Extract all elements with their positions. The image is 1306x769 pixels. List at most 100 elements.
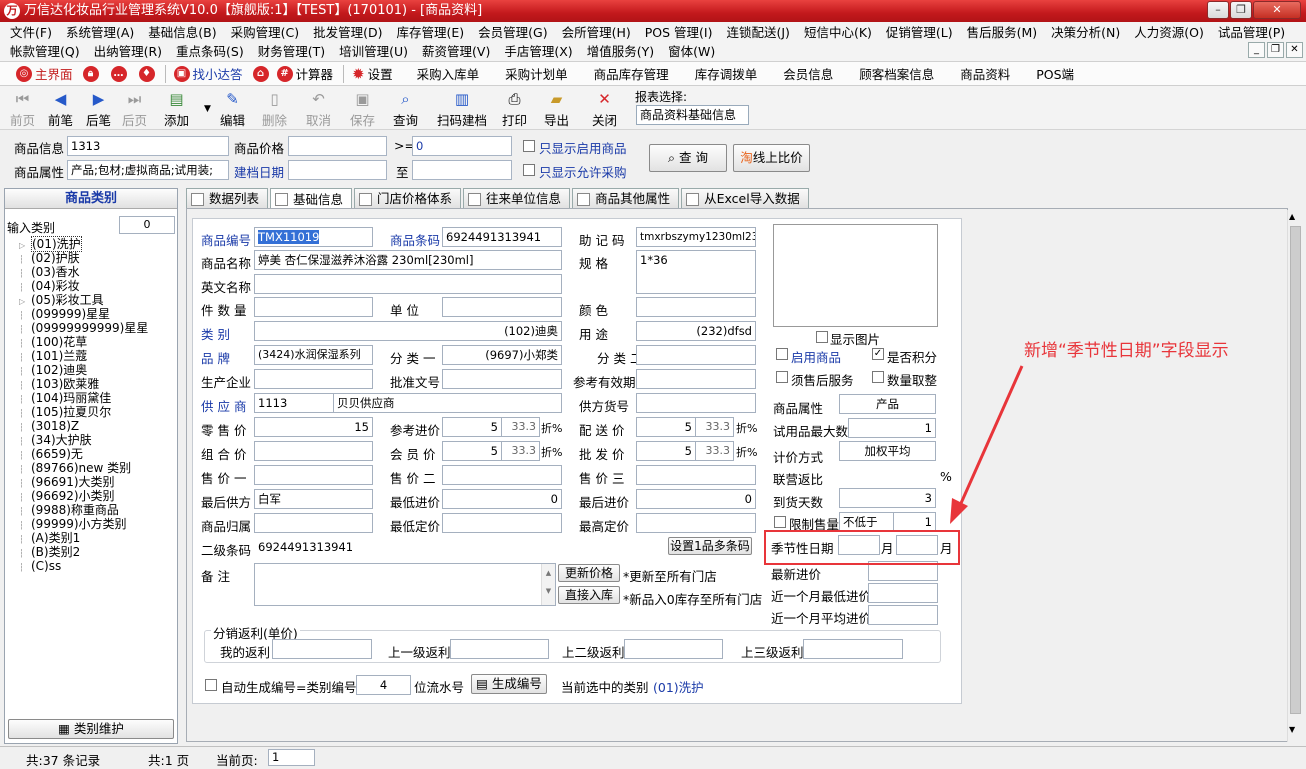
multi-barcode-button[interactable]: 设置1品多条码 [668, 537, 752, 555]
spec-field[interactable]: 1*36 [636, 250, 756, 294]
category-tree-item[interactable]: ┆ (C)ss [19, 559, 61, 575]
code-field[interactable]: TMX11019 [254, 227, 373, 247]
wholesale-field[interactable]: 5 [636, 441, 696, 461]
online-compare-button[interactable]: 淘线上比价 [733, 144, 810, 172]
member-field[interactable]: 5 [442, 441, 502, 461]
use-field[interactable]: (232)dfsd [636, 321, 756, 341]
remark-field[interactable] [254, 563, 556, 606]
home-shortcut[interactable]: ◎ 主界面 [16, 64, 73, 83]
dist-field[interactable]: 5 [636, 417, 696, 437]
menu-item[interactable]: 出纳管理(R) [90, 42, 166, 61]
close-window-button[interactable]: ✕ [1253, 1, 1301, 19]
approval-field[interactable] [442, 369, 562, 389]
menu-item[interactable]: 系统管理(A) [62, 23, 138, 42]
refbuy-pct-field[interactable]: 33.3 [501, 417, 540, 437]
menu-item[interactable]: 培训管理(U) [335, 42, 412, 61]
up1-rebate-field[interactable] [450, 639, 549, 659]
menu-item[interactable]: 批发管理(D) [309, 23, 386, 42]
dist-pct-field[interactable]: 33.3 [695, 417, 734, 437]
barcode-field[interactable]: 6924491313941 [442, 227, 562, 247]
lock-icon[interactable]: 🔒︎ [82, 65, 99, 82]
supplier-name-field[interactable]: 贝贝供应商 [333, 393, 562, 413]
brand-field[interactable]: (3424)水润保湿系列 [254, 345, 373, 365]
menu-item[interactable]: POS 管理(I) [641, 23, 717, 42]
quick-item[interactable]: 顾客档案信息 [859, 64, 934, 83]
wholesale-pct-field[interactable]: 33.3 [695, 441, 734, 461]
refbuy-field[interactable]: 5 [442, 417, 502, 437]
mdi-close-button[interactable]: ✕ [1286, 42, 1303, 58]
date-to-input[interactable] [412, 160, 512, 180]
menu-item[interactable]: 增值服务(Y) [583, 42, 658, 61]
report-select[interactable]: 商品资料基础信息 [636, 105, 749, 125]
menu-item[interactable]: 窗体(W) [664, 42, 719, 61]
pieces-field[interactable] [254, 297, 373, 317]
attr-filter-input[interactable]: 产品;包材;虚拟商品;试用装; [67, 160, 229, 180]
vertical-scrollbar[interactable]: ▲ ▼ [1287, 210, 1303, 742]
find-assistant-shortcut[interactable]: ▣ 找小达答 [173, 64, 243, 83]
my-rebate-field[interactable] [272, 639, 372, 659]
menu-item[interactable]: 手店管理(X) [500, 42, 576, 61]
menu-item[interactable]: 决策分析(N) [1047, 23, 1124, 42]
after-sale-checkbox[interactable] [776, 371, 788, 383]
menu-item[interactable]: 帐款管理(Q) [6, 42, 84, 61]
menu-item[interactable]: 会员管理(G) [474, 23, 551, 42]
owner-field[interactable] [254, 513, 373, 533]
add-button[interactable]: ▤ 添加 [164, 88, 189, 129]
update-price-button[interactable]: 更新价格 [558, 564, 620, 582]
validity-field[interactable] [636, 369, 756, 389]
min-set-field[interactable] [442, 513, 562, 533]
enabled-checkbox[interactable] [776, 348, 788, 360]
scroll-down-icon[interactable]: ▼ [1289, 725, 1295, 734]
only-enabled-checkbox[interactable] [523, 140, 535, 152]
name-field[interactable]: 婷美 杏仁保湿滋养沐浴露 230ml[230ml] [254, 250, 562, 270]
qty-round-checkbox[interactable] [872, 371, 884, 383]
supplier-no-field[interactable] [636, 393, 756, 413]
prev-record-button[interactable]: ◀ 前笔 [48, 88, 73, 129]
points-checkbox[interactable]: ✓ [872, 348, 884, 360]
chat-icon[interactable]: … [110, 65, 127, 82]
save-button[interactable]: ▣ 保存 [350, 88, 375, 129]
tab-3[interactable]: 往来单位信息 [463, 188, 571, 209]
add-dropdown-arrow-icon[interactable]: ▼ [204, 104, 211, 114]
price-filter-input[interactable] [288, 136, 387, 156]
menu-item[interactable]: 库存管理(E) [392, 23, 468, 42]
category-maintain-button[interactable]: ▦ 类别维护 [8, 719, 174, 739]
print-button[interactable]: ⎙ 打印 [502, 88, 527, 129]
trial-max-field[interactable]: 1 [848, 418, 936, 438]
retail-field[interactable]: 15 [254, 417, 373, 437]
price-ge-input[interactable]: 0 [412, 136, 512, 156]
tab-4[interactable]: 商品其他属性 [572, 188, 680, 209]
tab-1[interactable]: 基础信息 [270, 188, 353, 210]
settings-shortcut[interactable]: ✹ 设置 [352, 64, 393, 83]
menu-item[interactable]: 采购管理(C) [227, 23, 303, 42]
auto-code-checkbox[interactable] [205, 679, 217, 691]
menu-item[interactable]: 促销管理(L) [882, 23, 957, 42]
menu-item[interactable]: 文件(F) [6, 23, 56, 42]
menu-item[interactable]: 试品管理(P) [1214, 23, 1289, 42]
close-form-button[interactable]: ✕ 关闭 [592, 88, 617, 129]
menu-item[interactable]: 人力资源(O) [1130, 23, 1208, 42]
show-photo-checkbox[interactable] [816, 331, 828, 343]
menu-item[interactable]: 连锁配送(J) [722, 23, 793, 42]
menu-item[interactable]: 薪资管理(V) [418, 42, 494, 61]
house-icon[interactable]: ⌂ [252, 65, 269, 82]
cancel-button[interactable]: ↶ 取消 [306, 88, 331, 129]
member-pct-field[interactable]: 33.3 [501, 441, 540, 461]
arrival-days-field[interactable]: 3 [839, 488, 936, 508]
query-button[interactable]: ⌕ 查询 [393, 88, 418, 129]
price3-field[interactable] [636, 465, 756, 485]
mdi-minimize-button[interactable]: _ [1248, 42, 1265, 58]
tab-5[interactable]: 从Excel导入数据 [681, 188, 809, 209]
quick-item[interactable]: 库存调拨单 [695, 64, 758, 83]
delete-button[interactable]: ▯ 删除 [262, 88, 287, 129]
category-field[interactable]: (102)迪奥 [254, 321, 562, 341]
min-buy-field[interactable]: 0 [442, 489, 562, 509]
tab-0[interactable]: 数据列表 [186, 188, 269, 209]
menu-item[interactable]: 短信中心(K) [800, 23, 876, 42]
combo-field[interactable] [254, 441, 373, 461]
generate-code-button[interactable]: ▤ 生成编号 [471, 674, 547, 694]
month-min-field[interactable] [868, 583, 938, 603]
class2-field[interactable] [636, 345, 756, 365]
mnemonic-field[interactable]: tmxrbszymy1230ml230m [636, 227, 756, 247]
scan-create-button[interactable]: ▥ 扫码建档 [437, 88, 487, 129]
